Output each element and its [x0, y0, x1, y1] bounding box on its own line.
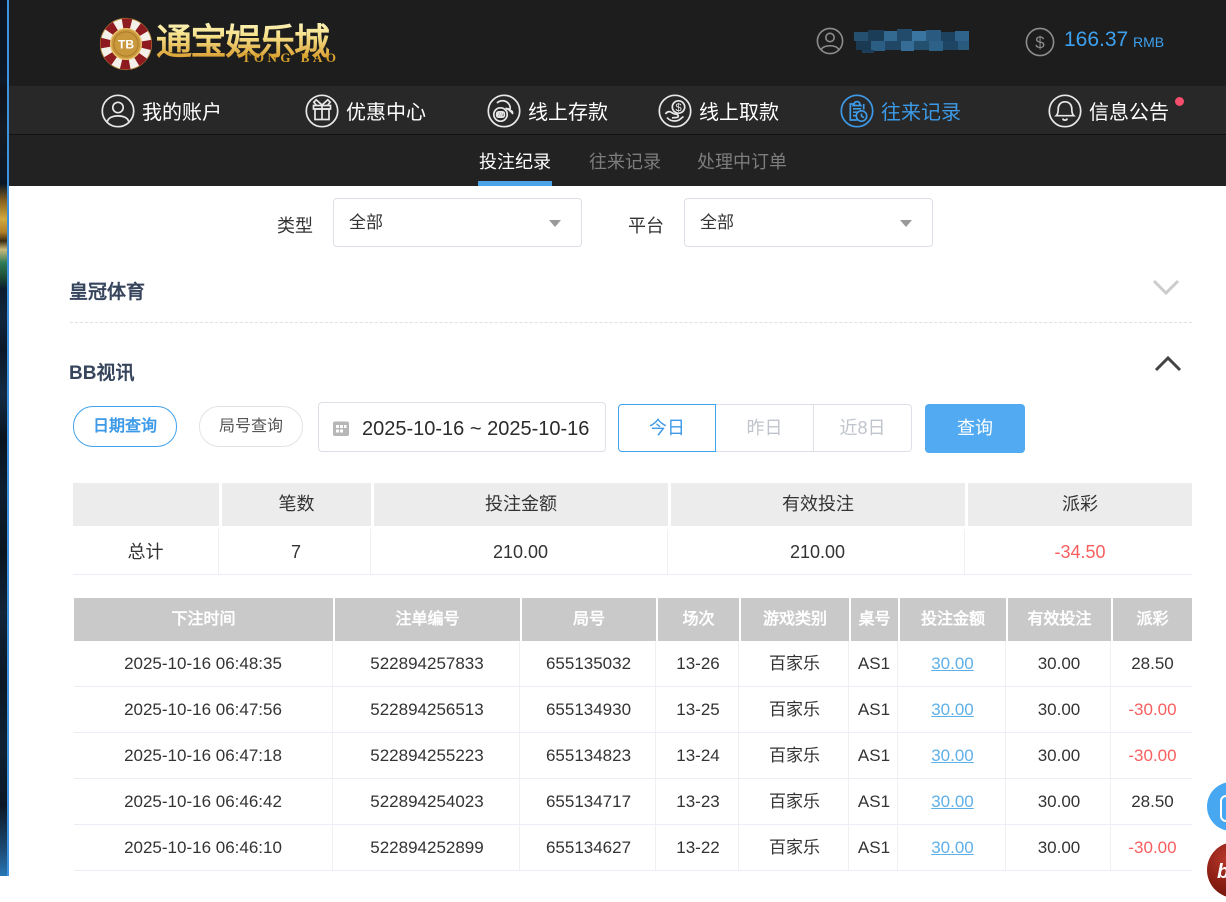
svg-text:$: $ — [675, 102, 681, 114]
svg-text:TB: TB — [118, 38, 134, 52]
svg-text:$: $ — [1035, 33, 1045, 52]
